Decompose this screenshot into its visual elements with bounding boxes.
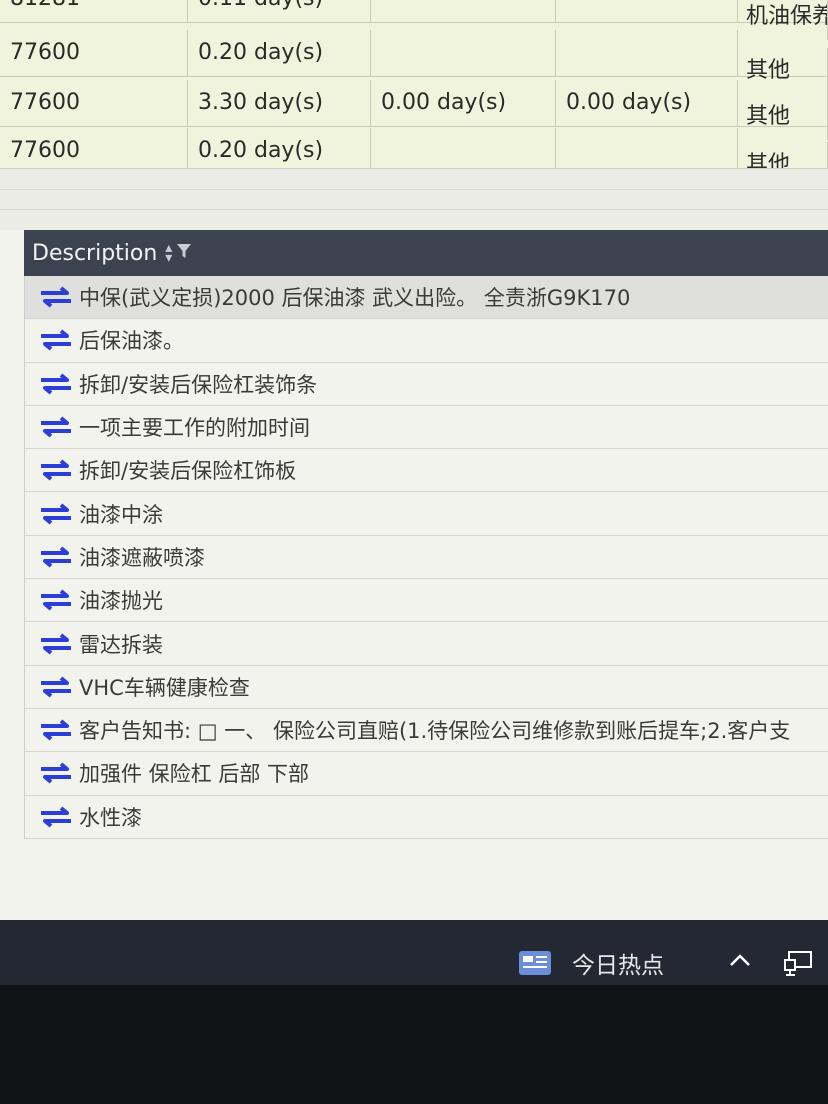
- table-row[interactable]: 81281 0.11 day(s) 机油保养: [0, 0, 828, 40]
- list-item[interactable]: VHC车辆健康检查: [25, 666, 828, 709]
- table-cell: [556, 0, 738, 22]
- row-description: VHC车辆健康检查: [79, 675, 250, 700]
- sort-icon[interactable]: ▴ ▾: [165, 241, 172, 265]
- filter-icon[interactable]: [176, 242, 192, 265]
- table-cell: [371, 128, 556, 168]
- table-cell: 77600: [0, 80, 188, 126]
- table-cell: [371, 30, 556, 76]
- row-description: 油漆抛光: [79, 589, 163, 614]
- list-item[interactable]: 拆卸/安装后保险杠饰板: [25, 449, 828, 493]
- column-title: Description: [32, 240, 158, 266]
- table-cell: 0.00 day(s): [556, 80, 738, 126]
- swap-arrows-icon[interactable]: [39, 459, 73, 481]
- row-description: 后保油漆。: [79, 329, 184, 354]
- empty-grid-band: [0, 168, 828, 231]
- list-item[interactable]: 雷达拆装: [25, 622, 828, 666]
- list-item[interactable]: 客户告知书: □ 一、 保险公司直赔(1.待保险公司维修款到账后提车;2.客户支: [25, 709, 828, 753]
- row-description: 水性漆: [79, 805, 142, 830]
- grid-line: [0, 189, 828, 190]
- table-cell: 0.00 day(s): [371, 80, 556, 126]
- swap-arrows-icon[interactable]: [39, 546, 73, 568]
- chevron-up-icon[interactable]: [729, 952, 751, 968]
- taskbar: [0, 920, 828, 985]
- swap-arrows-icon[interactable]: [39, 806, 73, 828]
- swap-arrows-icon[interactable]: [39, 329, 73, 351]
- table-cell: [556, 30, 738, 76]
- table-cell: [371, 0, 556, 22]
- swap-arrows-icon[interactable]: [39, 762, 73, 784]
- row-description: 油漆遮蔽喷漆: [79, 545, 205, 570]
- news-label[interactable]: 今日热点: [572, 946, 664, 980]
- screen: 81281 0.11 day(s) 机油保养 77600 0.20 day(s)…: [0, 0, 828, 985]
- table-cell: [556, 128, 738, 168]
- description-column-header[interactable]: Description ▴ ▾: [24, 230, 828, 276]
- description-rows: 中保(武义定损)2000 后保油漆 武义出险。 全责浙G9K170 后保油漆。 …: [24, 276, 828, 839]
- row-description: 雷达拆装: [79, 632, 163, 657]
- list-item[interactable]: 加强件 保险杠 后部 下部: [25, 752, 828, 796]
- news-icon[interactable]: [518, 950, 552, 976]
- list-item[interactable]: 油漆遮蔽喷漆: [25, 536, 828, 580]
- row-description: 客户告知书: □ 一、 保险公司直赔(1.待保险公司维修款到账后提车;2.客户支: [79, 719, 791, 744]
- table-cell: 0.20 day(s): [188, 30, 371, 76]
- table-cell: 其他: [738, 142, 828, 168]
- row-description: 一项主要工作的附加时间: [79, 416, 310, 441]
- swap-arrows-icon[interactable]: [39, 589, 73, 611]
- swap-arrows-icon[interactable]: [39, 286, 73, 308]
- swap-arrows-icon[interactable]: [39, 416, 73, 438]
- list-item[interactable]: 水性漆: [25, 796, 828, 839]
- swap-arrows-icon[interactable]: [39, 373, 73, 395]
- table-row[interactable]: 77600 0.20 day(s) 其他: [0, 128, 828, 168]
- table-row[interactable]: 77600 0.20 day(s) 其他: [0, 30, 828, 94]
- table-cell: 0.11 day(s): [188, 0, 371, 22]
- list-item[interactable]: 拆卸/安装后保险杠装饰条: [25, 363, 828, 406]
- swap-arrows-icon[interactable]: [39, 676, 73, 698]
- row-description: 加强件 保险杠 后部 下部: [79, 762, 310, 787]
- swap-arrows-icon[interactable]: [39, 719, 73, 741]
- table-cell: 81281: [0, 0, 188, 22]
- row-description: 油漆中涂: [79, 502, 163, 527]
- list-item[interactable]: 中保(武义定损)2000 后保油漆 武义出险。 全责浙G9K170: [25, 276, 828, 320]
- description-grid: Description ▴ ▾ 中保(武义定损)2000 后保油漆 武义出险。 全…: [0, 230, 828, 920]
- list-item[interactable]: 油漆抛光: [25, 579, 828, 623]
- row-description: 拆卸/安装后保险杠装饰条: [79, 372, 318, 397]
- row-description: 拆卸/安装后保险杠饰板: [79, 459, 297, 484]
- swap-arrows-icon[interactable]: [39, 632, 73, 655]
- list-item[interactable]: 一项主要工作的附加时间: [25, 406, 828, 450]
- monitor-bezel: [0, 985, 828, 1104]
- row-description: 中保(武义定损)2000 后保油漆 武义出险。 全责浙G9K170: [79, 286, 631, 311]
- table-row[interactable]: 77600 3.30 day(s) 0.00 day(s) 0.00 day(s…: [0, 80, 828, 140]
- table-cell: 3.30 day(s): [188, 80, 371, 126]
- top-table: 81281 0.11 day(s) 机油保养 77600 0.20 day(s)…: [0, 0, 828, 168]
- swap-arrows-icon[interactable]: [39, 503, 73, 525]
- list-item[interactable]: 油漆中涂: [25, 492, 828, 536]
- table-cell: 77600: [0, 128, 188, 168]
- list-item[interactable]: 后保油漆。: [25, 319, 828, 363]
- table-cell: 0.20 day(s): [188, 128, 371, 168]
- network-icon[interactable]: [783, 950, 813, 978]
- table-cell: 77600: [0, 30, 188, 76]
- grid-line: [0, 209, 828, 210]
